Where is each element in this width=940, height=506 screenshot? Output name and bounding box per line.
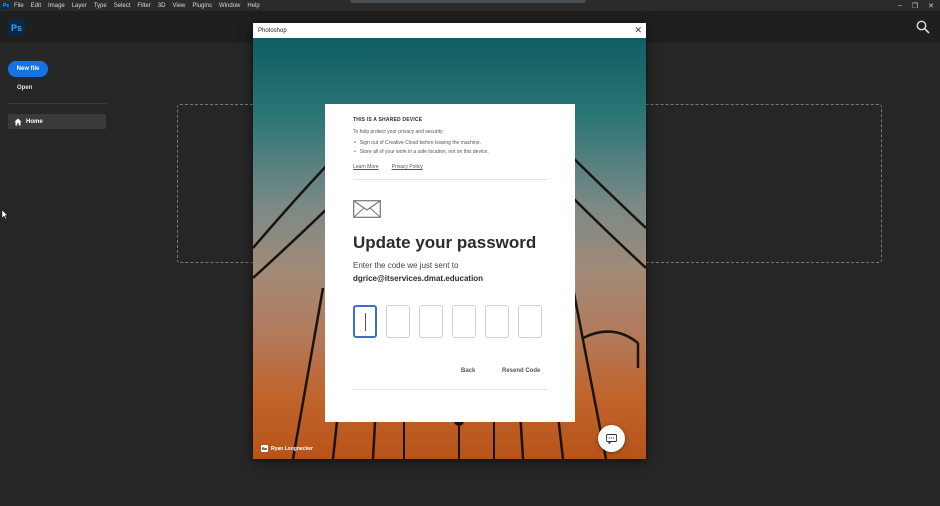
menu-3d[interactable]: 3D	[158, 3, 166, 9]
verification-code-inputs	[353, 305, 542, 338]
chat-icon	[606, 433, 617, 444]
home-icon	[14, 118, 22, 125]
learn-more-link[interactable]: Learn More	[353, 164, 379, 170]
menu-plugins[interactable]: Plugins	[192, 3, 212, 9]
divider	[353, 179, 547, 180]
divider	[353, 389, 547, 390]
page-title: Update your password	[353, 233, 537, 252]
new-file-button[interactable]: New file	[8, 61, 48, 77]
recipient-email: dgrice@itservices.dmat.education	[353, 274, 484, 283]
sidebar-divider	[8, 103, 107, 104]
open-button[interactable]: Open	[17, 85, 32, 91]
photo-credit: Be Ryan Longnecker	[261, 445, 313, 452]
code-sent-text: Enter the code we just sent to	[353, 261, 459, 270]
code-digit-1[interactable]	[353, 305, 377, 338]
mail-icon	[353, 200, 381, 223]
code-digit-3[interactable]	[419, 305, 443, 338]
close-icon[interactable]: ✕	[634, 25, 642, 35]
menu-type[interactable]: Type	[94, 3, 107, 9]
info-links: Learn More Privacy Policy	[353, 164, 423, 170]
menu-edit[interactable]: Edit	[31, 3, 41, 9]
menu-view[interactable]: View	[172, 3, 185, 9]
background-photo: Be Ryan Longnecker THIS IS A SHARED DEVI…	[253, 38, 646, 459]
drag-handle[interactable]	[350, 0, 586, 3]
photo-credit-name: Ryan Longnecker	[271, 445, 313, 452]
code-digit-5[interactable]	[485, 305, 509, 338]
window-controls: – ❐ ✕	[898, 0, 934, 11]
mouse-cursor-icon	[1, 206, 8, 224]
shared-device-tips: Sign out of Creative Cloud before leavin…	[353, 139, 489, 157]
menu-layer[interactable]: Layer	[72, 3, 87, 9]
menu-window[interactable]: Window	[219, 3, 240, 9]
close-window-icon[interactable]: ✕	[928, 2, 934, 10]
sign-in-dialog: Photoshop ✕ Be Ryan Longnecker THIS IS A…	[253, 23, 646, 459]
text-caret	[365, 313, 366, 331]
sidebar-item-label: Home	[26, 118, 43, 125]
behance-icon: Be	[261, 445, 268, 452]
privacy-policy-link[interactable]: Privacy Policy	[392, 164, 423, 170]
photoshop-logo[interactable]: Ps	[8, 19, 25, 36]
ps-app-icon: Ps	[2, 1, 10, 10]
code-digit-2[interactable]	[386, 305, 410, 338]
code-digit-4[interactable]	[452, 305, 476, 338]
search-icon[interactable]	[916, 20, 930, 34]
menu-bar: Ps File Edit Image Layer Type Select Fil…	[0, 0, 940, 11]
password-card: THIS IS A SHARED DEVICE To help protect …	[325, 104, 575, 422]
menu-select[interactable]: Select	[114, 3, 131, 9]
tip-item: Sign out of Creative Cloud before leavin…	[353, 139, 489, 148]
tip-item: Store all of your work in a safe locatio…	[353, 148, 489, 157]
shared-device-intro: To help protect your privacy and securit…	[353, 129, 444, 135]
shared-device-heading: THIS IS A SHARED DEVICE	[353, 117, 423, 123]
menu-help[interactable]: Help	[247, 3, 259, 9]
dialog-title: Photoshop	[258, 27, 287, 34]
menu-image[interactable]: Image	[48, 3, 65, 9]
menu-file[interactable]: File	[14, 3, 24, 9]
back-button[interactable]: Back	[461, 368, 475, 374]
code-digit-6[interactable]	[518, 305, 542, 338]
minimize-icon[interactable]: –	[898, 2, 902, 9]
chat-button[interactable]	[598, 425, 625, 452]
sidebar-item-home[interactable]: Home	[8, 114, 106, 129]
resend-code-button[interactable]: Resend Code	[502, 368, 540, 374]
menu-filter[interactable]: Filter	[137, 3, 150, 9]
dialog-titlebar: Photoshop ✕	[253, 23, 646, 38]
restore-icon[interactable]: ❐	[912, 2, 918, 10]
